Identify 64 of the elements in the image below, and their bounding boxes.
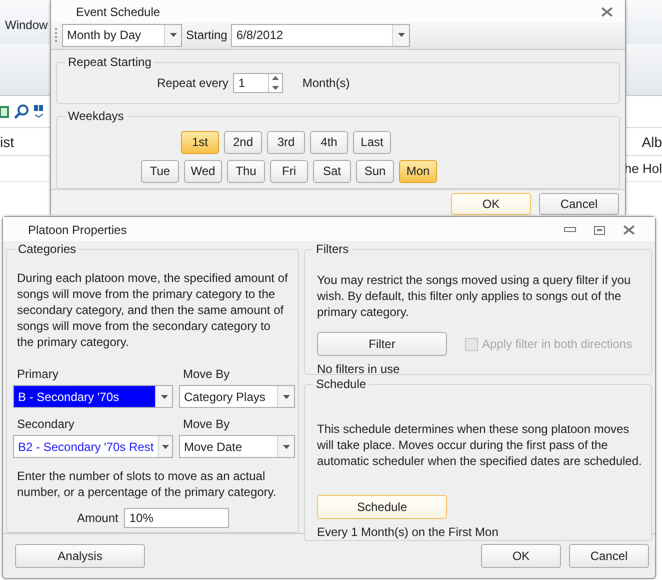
toggle-button[interactable]: 1st bbox=[181, 130, 219, 154]
toggle-button[interactable]: 3rd bbox=[267, 130, 305, 154]
status-text: No filters in use bbox=[317, 361, 401, 377]
group-title: Categories bbox=[15, 242, 80, 256]
description-text: You may restrict the songs moved using a query filter if you wish. By default, this filter only applies to songs out of the primary category. bbox=[317, 272, 632, 320]
group-title: Filters bbox=[313, 242, 352, 256]
ok-button[interactable]: OK bbox=[451, 192, 531, 215]
toggle-button[interactable]: Thu bbox=[227, 160, 265, 183]
toggle-button[interactable]: Tue bbox=[141, 160, 179, 183]
caret-icon bbox=[160, 394, 168, 398]
toggle-button[interactable]: Wed bbox=[184, 160, 222, 183]
field-label: Primary bbox=[17, 366, 60, 383]
field-label: Starting bbox=[186, 28, 228, 42]
description-text: This schedule determines when these song platoon moves will take place. Moves occur during the first pass of the automatic scheduler when the specified dates are scheduled. bbox=[317, 421, 643, 469]
group-title: Schedule bbox=[313, 377, 370, 391]
caret-icon bbox=[282, 444, 290, 448]
cancel-button[interactable]: Cancel bbox=[539, 192, 619, 215]
mode-dropdown[interactable]: Month by Day bbox=[62, 24, 182, 47]
toggle-button[interactable]: Sat bbox=[313, 160, 351, 183]
toggle-button[interactable]: Last bbox=[353, 130, 391, 154]
window-title: Event Schedule bbox=[76, 5, 160, 20]
analysis-button[interactable]: Analysis bbox=[15, 544, 145, 568]
field-label: Move By bbox=[183, 416, 231, 433]
status-text: Every 1 Month(s) on the First Mon bbox=[317, 524, 500, 540]
grid-icon bbox=[0, 104, 10, 120]
unit-label: Month(s) bbox=[302, 76, 350, 90]
sort-dropdown[interactable]: Category Plays bbox=[179, 385, 295, 408]
caret-icon bbox=[282, 394, 290, 398]
hint-text: Enter the number of slots to move as an actual number, or a percentage of the primary category. bbox=[17, 468, 278, 500]
window-title: Platoon Properties bbox=[28, 223, 127, 237]
toggle-button[interactable]: Sun bbox=[356, 160, 394, 183]
toggle-button[interactable]: 2nd bbox=[224, 130, 262, 154]
column-header[interactable]: Alb bbox=[642, 134, 662, 150]
field-label: Move By bbox=[183, 366, 231, 383]
caret-icon bbox=[398, 33, 405, 38]
close-icon[interactable] bbox=[623, 225, 635, 235]
maximize-icon[interactable] bbox=[594, 226, 605, 234]
group-title: Weekdays bbox=[65, 108, 127, 123]
filter-button[interactable]: Filter bbox=[317, 332, 447, 356]
category-dropdown[interactable]: B - Secondary '70s bbox=[13, 385, 173, 408]
menu-item[interactable]: Window bbox=[5, 18, 48, 32]
close-icon[interactable] bbox=[601, 7, 613, 18]
ok-button[interactable]: OK bbox=[481, 544, 561, 568]
toggle-button[interactable]: Fri bbox=[270, 160, 308, 183]
cancel-button[interactable]: Cancel bbox=[569, 544, 649, 568]
column-header[interactable]: ist bbox=[0, 134, 14, 150]
caret-icon bbox=[170, 33, 176, 38]
schedule-button[interactable]: Schedule bbox=[317, 495, 447, 519]
minimize-icon[interactable] bbox=[564, 227, 576, 233]
search-icon[interactable] bbox=[14, 104, 30, 120]
group-title: Repeat Starting bbox=[65, 54, 154, 69]
category-dropdown[interactable]: B2 - Secondary '70s Rest bbox=[13, 435, 173, 458]
date-dropdown[interactable]: 6/8/2012 bbox=[231, 24, 410, 47]
spell-check-icon[interactable] bbox=[34, 104, 44, 120]
description-text: During each platoon move, the specified amount of songs will move from the primary category to the secondary category, and then the same amount of songs will move from the secondary category to the primary category. bbox=[17, 270, 289, 350]
field-label: Amount bbox=[77, 511, 118, 525]
spin-field[interactable]: 1 bbox=[233, 72, 284, 93]
toggle-button[interactable]: 4th bbox=[310, 130, 348, 154]
amount-field[interactable]: 10% bbox=[124, 508, 230, 528]
field-label: Repeat every bbox=[157, 76, 228, 90]
caret-icon bbox=[162, 444, 169, 448]
sort-dropdown[interactable]: Move Date bbox=[179, 435, 295, 458]
toggle-button[interactable]: Mon bbox=[399, 160, 437, 183]
field-label: Secondary bbox=[17, 416, 76, 433]
